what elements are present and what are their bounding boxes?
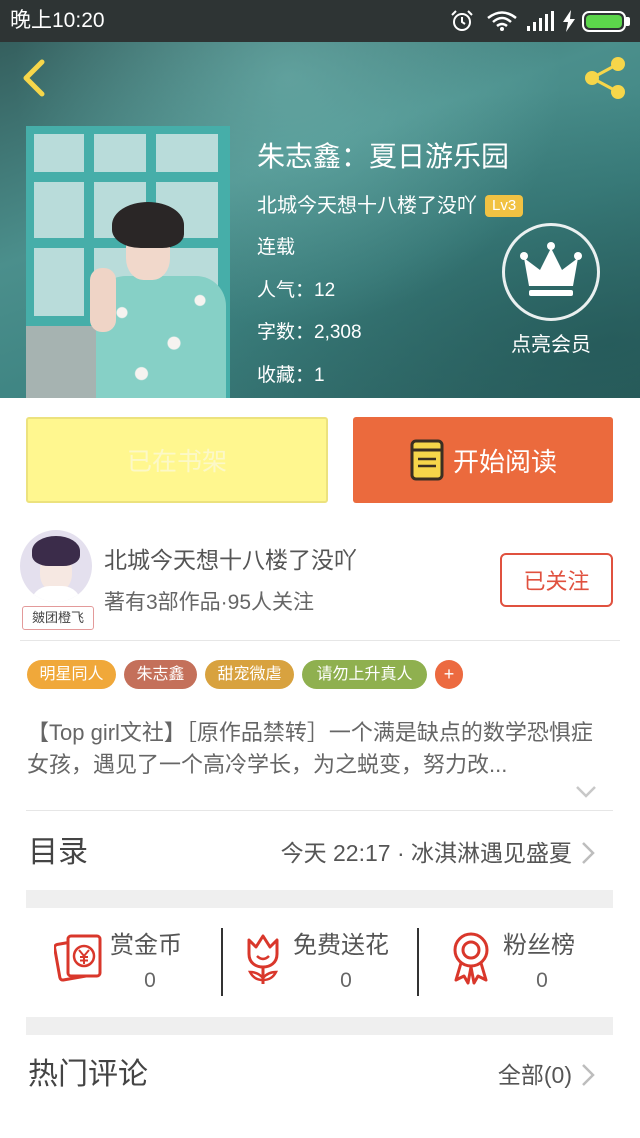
vip-label[interactable]: 点亮会员 — [496, 332, 606, 358]
chevron-right-icon[interactable] — [581, 1063, 595, 1087]
flower-icon — [247, 934, 279, 984]
signal-icon — [527, 11, 554, 31]
follow-button[interactable]: 已关注 — [500, 553, 613, 607]
tag[interactable]: 明星同人 — [27, 660, 116, 689]
reward-label: 免费送花 — [293, 932, 389, 959]
cover-ground — [26, 326, 96, 398]
charging-icon — [563, 10, 575, 32]
crown-icon — [520, 242, 582, 296]
cover-window-frame — [26, 126, 230, 134]
reward-label: 赏金币 — [110, 932, 182, 959]
start-reading-label: 开始阅读 — [452, 446, 557, 477]
medal-icon — [453, 932, 489, 985]
book-description[interactable]: 【Top girl文社】［原作品禁转］一个满是缺点的数学恐惧症女孩，遇见了一个高… — [27, 717, 613, 781]
start-reading-button[interactable]: 开始阅读 — [353, 417, 613, 503]
chevron-down-icon[interactable] — [574, 784, 598, 800]
book-author[interactable]: 北城今天想十八楼了没吖 — [257, 192, 477, 220]
reward-count: 0 — [340, 969, 352, 992]
book-favorites: 收藏：1 — [257, 365, 325, 386]
tag[interactable]: 朱志鑫 — [124, 660, 197, 689]
back-button[interactable] — [16, 56, 56, 100]
vertical-divider — [221, 928, 223, 996]
author-name[interactable]: 北城今天想十八楼了没吖 — [104, 545, 357, 575]
reward-count: 0 — [144, 969, 156, 992]
in-bookshelf-label: 已在书架 — [126, 448, 227, 476]
avatar-hair — [32, 536, 80, 566]
reward-label: 粉丝榜 — [503, 932, 575, 959]
avatar-caption: 皴团橙飞 — [22, 606, 94, 630]
more-tags-button[interactable]: + — [435, 660, 463, 689]
reward-count: 0 — [536, 969, 548, 992]
cover-window-frame — [26, 172, 230, 182]
follow-label: 已关注 — [523, 569, 590, 594]
avatar-shirt — [30, 586, 82, 602]
cover-person-hand — [90, 268, 116, 332]
battery-icon — [582, 11, 626, 32]
tag[interactable]: 甜宠微虐 — [205, 660, 294, 689]
book-title: 朱志鑫：夏日游乐园 — [257, 141, 510, 172]
red-envelope-icon — [54, 934, 102, 982]
hot-comments-label: 热门评论 — [28, 1058, 148, 1091]
catalog-label: 目录 — [28, 836, 88, 869]
battery-level — [586, 15, 622, 28]
share-icon — [585, 57, 625, 99]
book-cover[interactable] — [26, 126, 230, 398]
battery-nub — [626, 17, 630, 26]
book-status: 连载 — [257, 237, 296, 258]
in-bookshelf-button[interactable]: 已在书架 — [26, 417, 328, 503]
section-separator — [26, 890, 613, 908]
section-separator — [26, 1017, 613, 1035]
cover-window-frame — [26, 316, 96, 326]
back-arrow-icon — [23, 59, 45, 97]
author-stats: 著有3部作品·95人关注 — [104, 591, 315, 614]
wifi-icon — [487, 11, 517, 31]
vip-button[interactable] — [502, 223, 600, 321]
book-icon — [410, 439, 444, 481]
vertical-divider — [417, 928, 419, 996]
share-button[interactable] — [580, 54, 630, 102]
alarm-icon — [451, 10, 473, 31]
catalog-latest-chapter[interactable]: 今天 22:17 · 冰淇淋遇见盛夏 — [281, 838, 572, 868]
all-comments-link[interactable]: 全部(0) — [498, 1060, 572, 1090]
book-word-count: 字数：2,308 — [257, 322, 362, 343]
book-author-line[interactable]: 北城今天想十八楼了没吖 Lv3 — [257, 192, 524, 220]
status-bar: 晚上10:20 — [0, 0, 640, 42]
level-badge: Lv3 — [485, 195, 524, 217]
cover-person-hair — [112, 202, 184, 248]
tag[interactable]: 请勿上升真人 — [302, 660, 427, 689]
book-popularity: 人气：12 — [257, 280, 336, 301]
book-header: 朱志鑫：夏日游乐园 北城今天想十八楼了没吖 Lv3 连载 人气：12 字数：2,… — [0, 42, 640, 398]
chevron-right-icon — [582, 842, 595, 864]
divider — [20, 640, 620, 641]
status-time: 晚上10:20 — [10, 9, 105, 32]
author-avatar[interactable] — [20, 530, 92, 602]
divider — [26, 810, 613, 811]
